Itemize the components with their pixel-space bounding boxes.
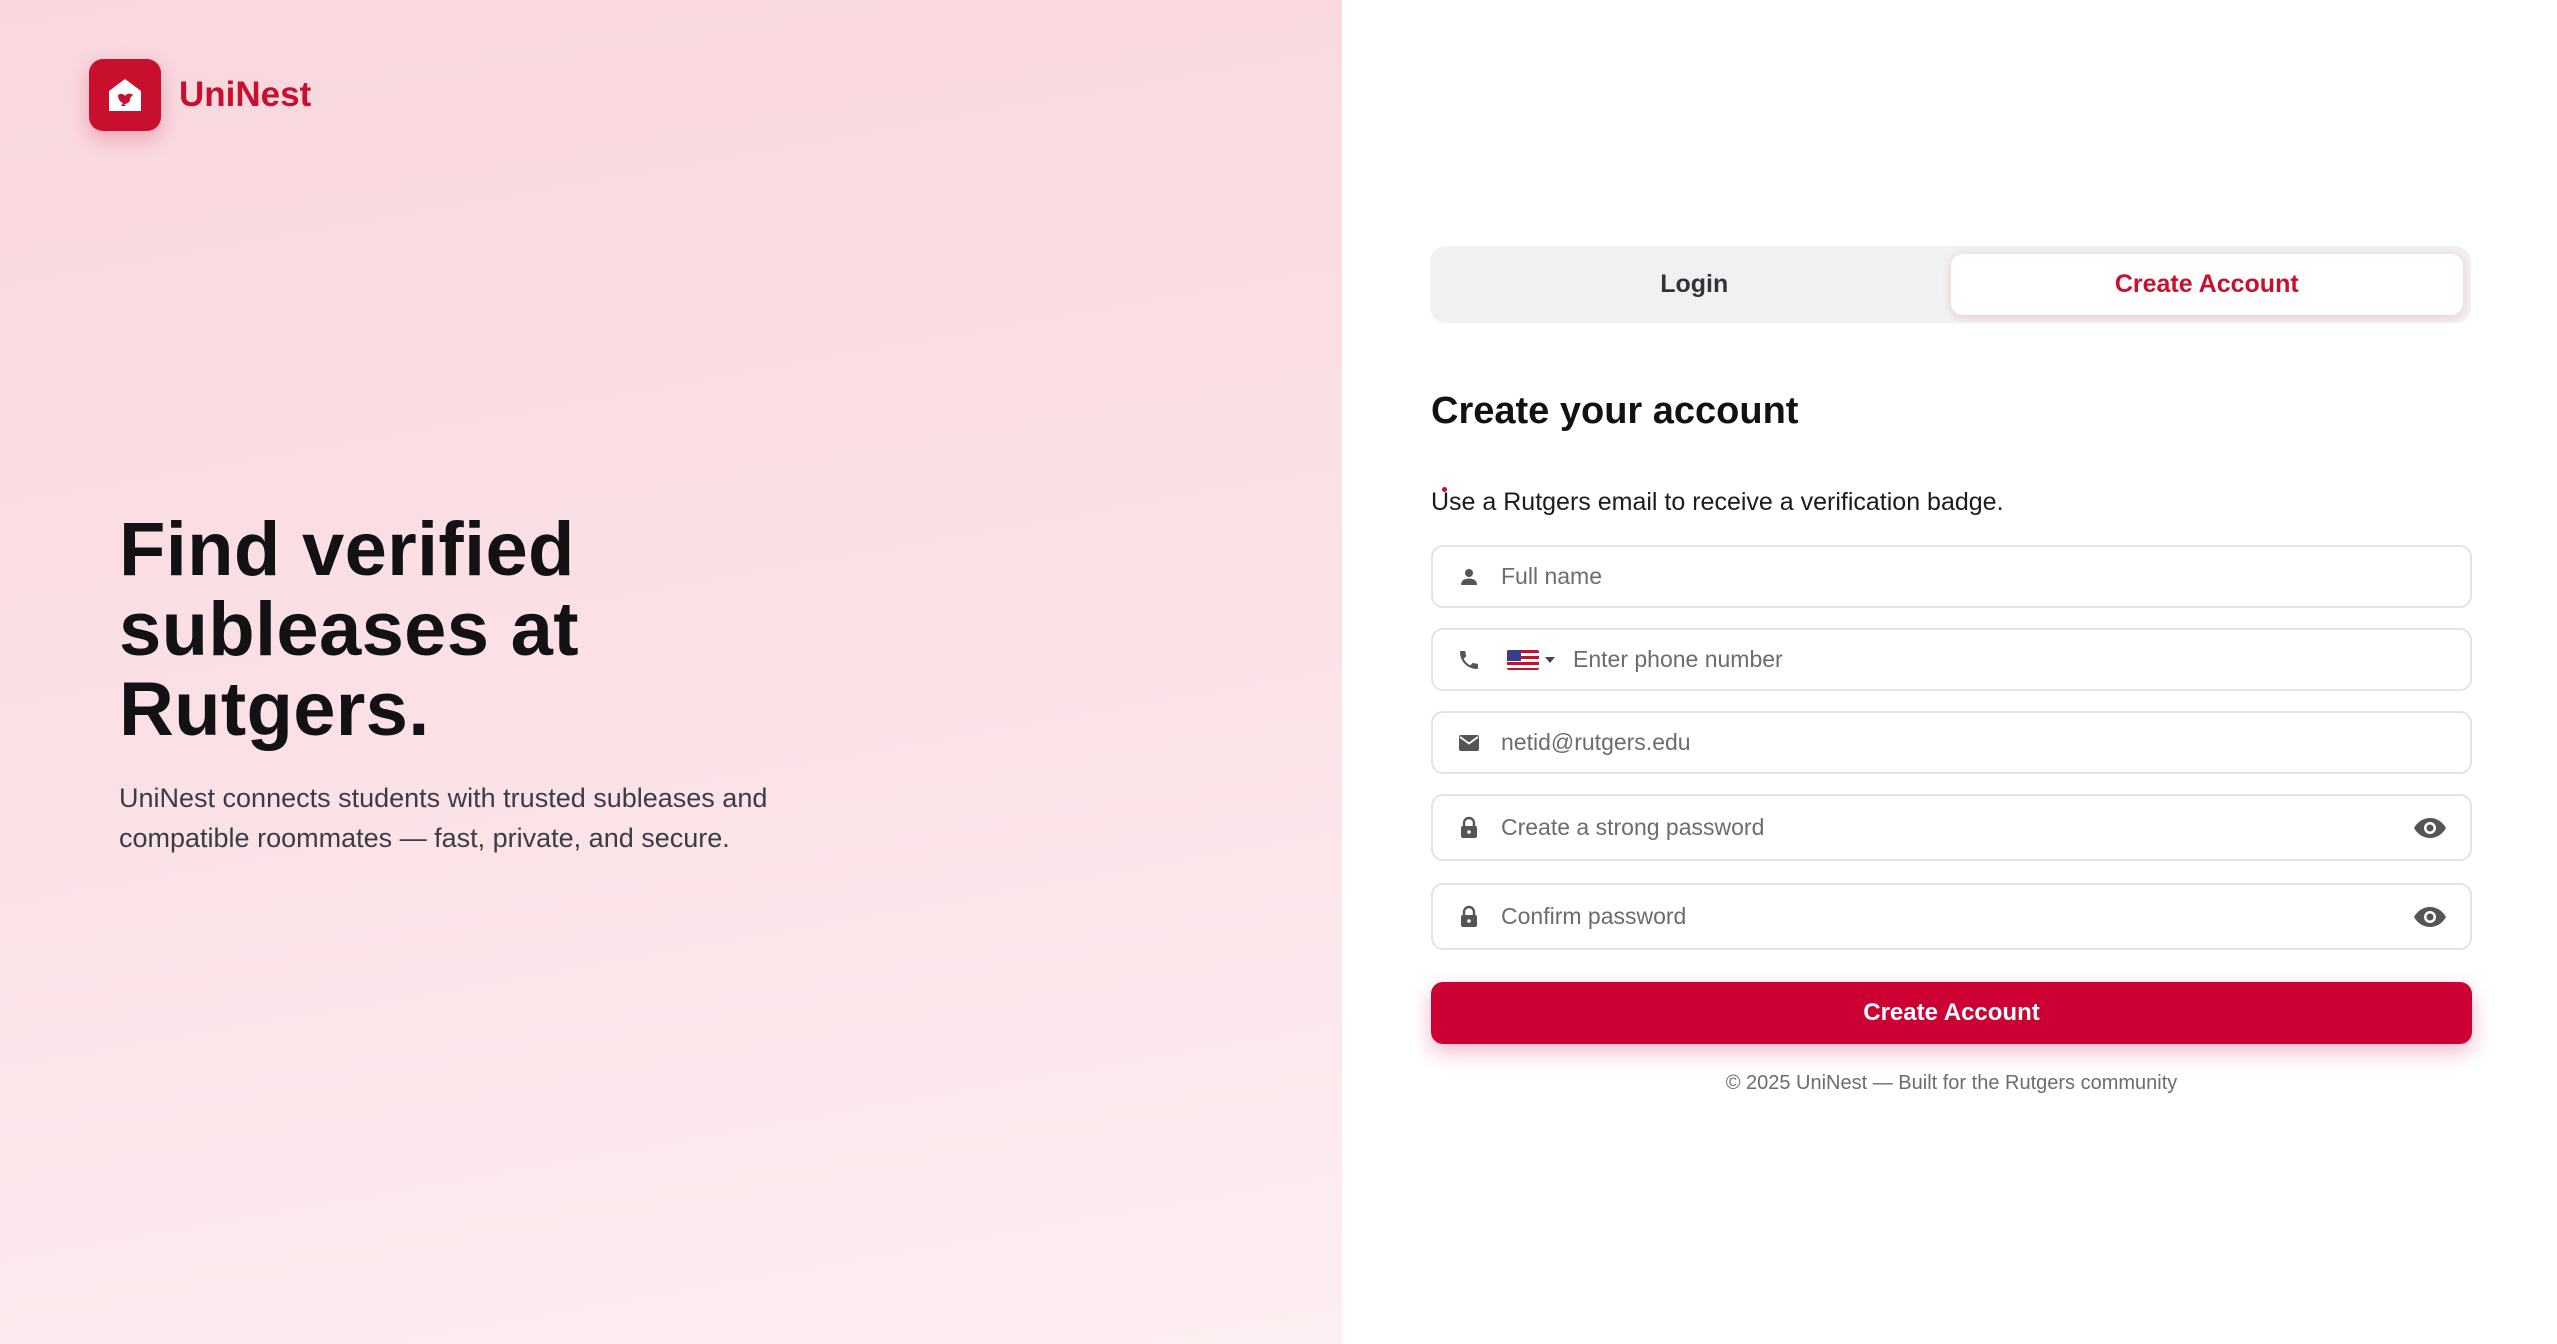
password-placeholder: Create a strong password [1501, 814, 1765, 840]
form-note: Use a Rutgers email to receive a verific… [1431, 488, 2004, 516]
lock-icon [1455, 814, 1483, 842]
phone-field[interactable]: Enter phone number [1431, 628, 2472, 691]
footer-text: © 2025 UniNest — Built for the Rutgers c… [1725, 1072, 2178, 1094]
hero-subtitle: UniNest connects students with trusted s… [119, 783, 768, 853]
hero-title: Find verified subleases at Rutgers. [119, 507, 579, 752]
full-name-placeholder: Full name [1501, 563, 1602, 589]
confirm-password-field[interactable]: Confirm password [1431, 883, 2472, 950]
create-account-button[interactable]: Create Account [1431, 982, 2472, 1044]
confirm-password-placeholder: Confirm password [1501, 903, 1687, 929]
tab-login[interactable]: Login [1438, 254, 1951, 315]
email-field[interactable]: netid@rutgers.edu [1431, 711, 2472, 774]
brand-name: UniNest [179, 75, 312, 114]
phone-icon [1455, 646, 1483, 674]
show-password-eye-icon[interactable] [2412, 815, 2448, 841]
auth-tabs: Login Create Account [1430, 246, 2471, 323]
hero-panel: UniNest Find verified subleases at Rutge… [0, 0, 1342, 1344]
hero: Find verified subleases at Rutgers. UniN… [119, 510, 839, 858]
person-icon [1455, 563, 1483, 591]
brand[interactable]: UniNest [89, 59, 311, 131]
show-confirm-password-eye-icon[interactable] [2412, 904, 2448, 930]
phone-placeholder: Enter phone number [1573, 646, 1783, 672]
house-bird-logo-icon [89, 59, 161, 131]
full-name-field[interactable]: Full name [1431, 545, 2472, 608]
mail-icon [1455, 729, 1483, 757]
email-placeholder: netid@rutgers.edu [1501, 729, 1691, 755]
lock-icon [1455, 903, 1483, 931]
us-flag-icon [1507, 649, 1539, 670]
password-field[interactable]: Create a strong password [1431, 794, 2472, 861]
country-code-select[interactable] [1507, 649, 1555, 670]
tab-create-account[interactable]: Create Account [1950, 254, 2463, 315]
chevron-down-icon [1545, 656, 1555, 663]
form-title: Create your account [1431, 390, 1799, 432]
